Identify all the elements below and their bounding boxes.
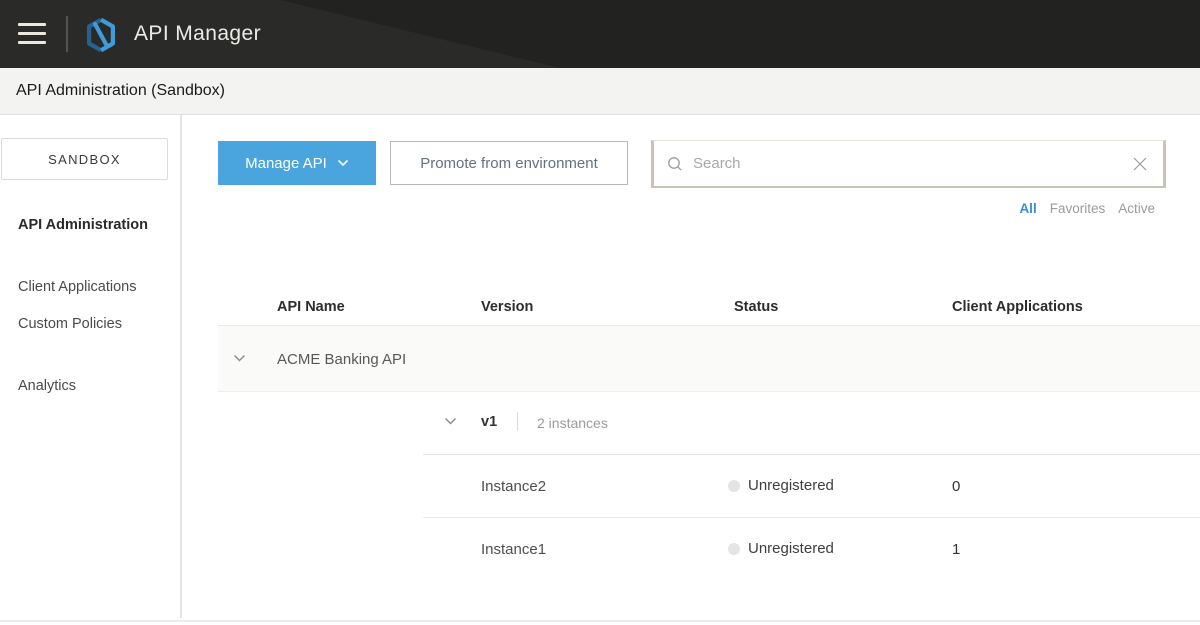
search-icon: [668, 156, 682, 171]
filter-links: All Favorites Active: [1019, 201, 1155, 216]
hamburger-menu-icon[interactable]: [18, 23, 46, 45]
anypoint-logo-icon[interactable]: [84, 16, 118, 59]
instance-name-link[interactable]: Instance1: [481, 541, 546, 558]
filter-active[interactable]: Active: [1118, 201, 1155, 216]
sidebar-item-client-applications[interactable]: Client Applications: [18, 279, 137, 295]
client-applications-count: 0: [952, 478, 961, 495]
column-header-version: Version: [481, 299, 534, 315]
search-box: [651, 140, 1166, 188]
manage-api-button[interactable]: Manage API: [218, 141, 376, 185]
breadcrumb: API Administration (Sandbox): [16, 82, 225, 99]
instances-count-label: 2 instances: [537, 415, 608, 431]
client-applications-count: 1: [952, 541, 961, 558]
table-row-instance: Instance1 Unregistered 1: [218, 518, 1200, 581]
column-header-api-name: API Name: [277, 299, 345, 315]
chevron-down-icon: [337, 159, 349, 167]
table-row-instance: Instance2 Unregistered 0: [218, 455, 1200, 518]
status-dot-icon: [728, 542, 740, 555]
environment-label: SANDBOX: [48, 151, 121, 167]
column-header-client-applications: Client Applications: [952, 299, 1083, 315]
status-dot-icon: [728, 479, 740, 492]
header-divider: [66, 16, 68, 52]
column-header-status: Status: [734, 299, 779, 315]
promote-from-environment-button[interactable]: Promote from environment: [390, 141, 628, 185]
sidebar-item-custom-policies[interactable]: Custom Policies: [18, 316, 122, 332]
version-separator: [517, 412, 518, 431]
sidebar-item-api-administration[interactable]: API Administration: [18, 217, 148, 233]
page-bottom-border: [0, 620, 1200, 622]
instance-name-link[interactable]: Instance2: [481, 478, 546, 495]
table-row-version-group: v1 2 instances: [218, 393, 1200, 455]
filter-all[interactable]: All: [1019, 201, 1036, 216]
search-input[interactable]: [691, 154, 1131, 173]
status-label: Unregistered: [748, 540, 834, 557]
table-row-api-group: ACME Banking API: [218, 326, 1200, 392]
version-name[interactable]: v1: [481, 414, 497, 430]
api-name-link[interactable]: ACME Banking API: [277, 351, 406, 368]
app-title: API Manager: [134, 22, 261, 45]
breadcrumb-bar: API Administration (Sandbox): [0, 68, 1200, 115]
environment-selector[interactable]: SANDBOX: [1, 138, 168, 180]
status-cell: Unregistered: [728, 540, 834, 557]
status-label: Unregistered: [748, 477, 834, 494]
promote-label: Promote from environment: [420, 154, 598, 172]
app-header: API Manager: [0, 0, 1200, 68]
clear-search-icon[interactable]: [1131, 155, 1149, 173]
collapse-api-chevron-icon[interactable]: [233, 354, 246, 362]
collapse-version-chevron-icon[interactable]: [444, 417, 457, 425]
sidebar-divider: [180, 115, 182, 618]
manage-api-label: Manage API: [245, 154, 327, 172]
status-cell: Unregistered: [728, 477, 834, 494]
filter-favorites[interactable]: Favorites: [1050, 201, 1106, 216]
sidebar-item-analytics[interactable]: Analytics: [18, 378, 76, 394]
